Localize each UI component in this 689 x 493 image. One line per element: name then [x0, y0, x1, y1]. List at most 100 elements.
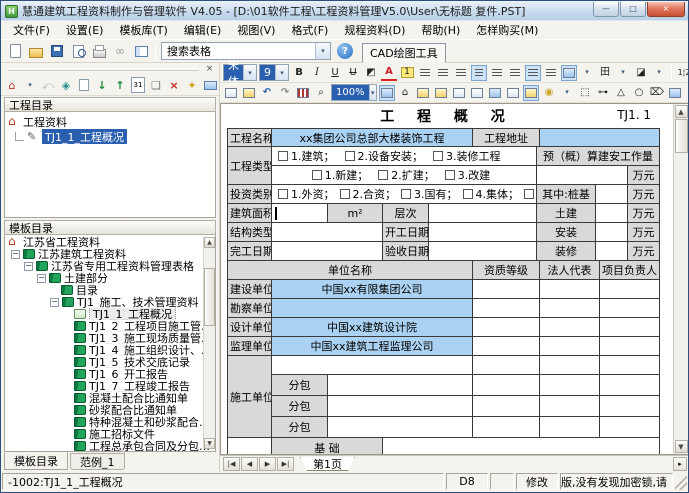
row-format-icon[interactable]: [417, 65, 433, 81]
cell-unit-wanyuan[interactable]: 万元: [627, 241, 661, 261]
maximize-button[interactable]: □: [620, 2, 646, 17]
cell-subcontract-label[interactable]: 分包: [271, 395, 328, 417]
cell-pm-value[interactable]: [599, 395, 661, 417]
col-format-icon[interactable]: [435, 65, 451, 81]
hscroll-right-icon[interactable]: ▸: [673, 457, 687, 471]
cell-budget-header[interactable]: 预（概）算建安工作量: [536, 146, 661, 166]
search-table-combobox[interactable]: 搜索表格 ▾: [161, 42, 331, 60]
menu-settings[interactable]: 设置(E): [58, 20, 112, 40]
cad-tool-button[interactable]: CAD绘图工具: [362, 42, 446, 63]
align-center-button[interactable]: [471, 64, 487, 81]
cell-superv-unit-label[interactable]: 监理单位: [227, 336, 272, 356]
cell-grade-header[interactable]: 资质等级: [472, 260, 541, 280]
cell-civil-label[interactable]: 土建: [536, 203, 597, 223]
select-region-tool[interactable]: ⬚: [577, 85, 593, 101]
bold-button[interactable]: B: [291, 65, 307, 81]
cell-grade-value[interactable]: [472, 336, 541, 356]
menu-help[interactable]: 帮助(H): [413, 20, 468, 40]
image-dropdown-icon[interactable]: ▾: [685, 85, 688, 101]
tree-item-project-selected[interactable]: TJ1_1_工程概况: [5, 129, 215, 144]
cell-project-type-label[interactable]: 工程类型: [227, 146, 272, 185]
template-tree-scrollbar[interactable]: ▲ ▼: [203, 237, 215, 449]
menu-purchase[interactable]: 怎样购买(M): [468, 20, 546, 40]
freeze-pane-button[interactable]: [505, 85, 521, 101]
erase-dropdown-icon[interactable]: ▾: [651, 65, 667, 81]
tree-item[interactable]: 混凝土配合比通知单: [5, 392, 215, 404]
cell-legal-header[interactable]: 法人代表: [539, 260, 601, 280]
find-button[interactable]: ⌕: [313, 85, 329, 101]
cell-grade-value[interactable]: [472, 355, 541, 375]
cell-subcontract-value[interactable]: [326, 395, 474, 417]
cell-pm-value[interactable]: [599, 336, 661, 356]
split-cell-button[interactable]: [487, 85, 503, 101]
align-right-button[interactable]: [489, 65, 505, 81]
cell-floor-label[interactable]: 层次: [382, 203, 429, 223]
card-view-icon[interactable]: [203, 77, 217, 93]
tree-item[interactable]: 目录: [5, 284, 215, 296]
last-page-button[interactable]: ▶|: [277, 457, 294, 471]
cell-unit-wanyuan[interactable]: 万元: [627, 203, 661, 223]
cell-legal-value[interactable]: [539, 416, 601, 438]
font-size-value[interactable]: 9: [260, 65, 275, 80]
help-circle-icon[interactable]: ◉: [541, 85, 557, 101]
strikethrough-button[interactable]: U: [345, 65, 361, 81]
tree-item[interactable]: 砂浆配合比通知单: [5, 404, 215, 416]
checkbox-new-build[interactable]: 1.新建；: [311, 167, 368, 183]
cell-survey-unit-label[interactable]: 勘察单位: [227, 298, 272, 318]
cell-constr-unit-label[interactable]: 施工单位: [227, 355, 272, 438]
scroll-thumb[interactable]: [674, 119, 688, 153]
save-button[interactable]: [48, 42, 66, 60]
numbering-icon[interactable]: 1¦2: [676, 65, 688, 81]
cell-legal-value[interactable]: [539, 395, 601, 417]
cell-pm-value[interactable]: [599, 317, 661, 337]
cell-grade-value[interactable]: [472, 374, 541, 396]
prev-page-button[interactable]: ◀: [241, 457, 258, 471]
cell-unit-wanyuan[interactable]: 万元: [627, 222, 661, 242]
cell-legal-value[interactable]: [539, 374, 601, 396]
tree-item-project-root[interactable]: 工程资料: [5, 114, 215, 129]
first-page-button[interactable]: |◀: [223, 457, 240, 471]
tag-icon[interactable]: ❏: [149, 77, 163, 93]
cell-empty[interactable]: [227, 437, 272, 454]
open-file-button[interactable]: [27, 42, 45, 60]
table-grid-button[interactable]: [295, 85, 311, 101]
scroll-up-icon[interactable]: ▲: [674, 105, 688, 118]
edit-lock-icon[interactable]: ✦: [185, 77, 199, 93]
document-sheet[interactable]: 工 程 概 况 TJ1. 1 工程名称 xx集团公司总部大楼装饰工程 工程地址: [221, 104, 673, 454]
checkbox-icon[interactable]: [524, 189, 534, 199]
underline-button[interactable]: U: [327, 65, 343, 81]
home-dropdown-icon[interactable]: ▾: [23, 77, 37, 93]
insert-image-button[interactable]: [667, 85, 683, 101]
cell-grade-value[interactable]: [472, 279, 541, 299]
cell-foundation-label[interactable]: 基 础: [271, 437, 383, 454]
delete-icon[interactable]: ×: [167, 77, 181, 93]
binoculars-icon[interactable]: ∞: [111, 42, 129, 60]
cell-design-unit-label[interactable]: 设计单位: [227, 317, 272, 337]
checkbox-private[interactable]: 5.民营: [524, 186, 536, 202]
tree-item-selected-template[interactable]: TJ1_1_工程概况: [5, 308, 215, 320]
chevron-down-icon[interactable]: ▾: [368, 85, 376, 100]
eraser-tool[interactable]: ⌦: [649, 85, 665, 101]
tab-template-directory[interactable]: 模板目录: [4, 452, 68, 470]
next-page-button[interactable]: ▶: [259, 457, 276, 471]
cell-start-date-value[interactable]: [427, 222, 538, 242]
cell-pm-value[interactable]: [599, 355, 661, 375]
cell-subcontract-value[interactable]: [326, 374, 474, 396]
triangle-tool[interactable]: △: [613, 85, 629, 101]
cell-decor-label[interactable]: 装修: [536, 241, 597, 261]
cell-build-unit-value[interactable]: 中国xx有限集团公司: [270, 279, 474, 299]
checkbox-icon[interactable]: [378, 170, 389, 180]
cell-accept-date-label[interactable]: 验收日期: [382, 241, 429, 261]
cell-unit-wanyuan[interactable]: 万元: [627, 184, 661, 204]
cell-pm-header[interactable]: 项目负责人: [599, 260, 661, 280]
copy-template-icon[interactable]: [77, 77, 91, 93]
checkbox-icon[interactable]: [444, 170, 455, 180]
cell-area-unit[interactable]: m²: [327, 203, 383, 223]
cell-structure-label[interactable]: 结构类型: [227, 222, 272, 242]
cell-legal-value[interactable]: [539, 317, 601, 337]
checkbox-foreign[interactable]: 1.外资；: [278, 186, 335, 202]
cell-project-name-label[interactable]: 工程名称: [227, 128, 272, 147]
cell-area-label[interactable]: 建筑面积: [227, 203, 272, 223]
font-size-combobox[interactable]: 9 ▾: [259, 64, 289, 81]
tree-item[interactable]: 江苏省专用工程资料管理表格: [5, 260, 215, 272]
